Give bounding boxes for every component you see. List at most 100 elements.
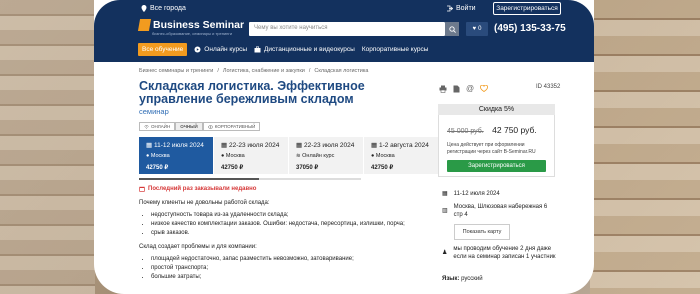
briefcase-icon: [254, 46, 261, 53]
session-list: ▦ 11-12 июля 2024 ● Москва 42750 ₽ ▦ 22-…: [139, 137, 439, 174]
play-icon: [194, 46, 201, 53]
list-item: низкое качество комплектации заказов. Ош…: [151, 220, 409, 229]
event-info: ▦ 11-12 июля 2024 ▥ Москва, Шлюзовая наб…: [442, 190, 557, 283]
session-scrollbar-thumb[interactable]: [139, 178, 259, 180]
site-logo[interactable]: Business Seminar: [137, 19, 245, 31]
list-item: срыв заказов.: [151, 229, 409, 238]
search-button[interactable]: [445, 22, 459, 36]
header-register-button[interactable]: Зарегистрироваться: [493, 2, 561, 15]
login-link[interactable]: Войти: [446, 5, 476, 12]
format-online[interactable]: ОНЛАЙН: [139, 122, 176, 131]
breadcrumb-item[interactable]: Логистика, снабжение и закупки: [223, 68, 305, 74]
nav-all-learning[interactable]: Все обучение: [138, 43, 188, 56]
price-note: Цена действует при оформлении регистраци…: [447, 142, 536, 155]
login-icon: [446, 5, 453, 12]
pdf-icon[interactable]: [453, 84, 460, 93]
format-corporate-label: КОРПОРАТИВНЫЙ: [214, 124, 256, 129]
breadcrumb-item[interactable]: Складская логистика: [314, 68, 368, 74]
list-item: площадей недостаточно, запас разместить …: [151, 255, 409, 264]
session-card[interactable]: ▦ 22-23 июля 2024 ● Москва 42750 ₽: [214, 137, 288, 174]
print-icon[interactable]: [439, 84, 447, 93]
favorite-heart-icon[interactable]: [480, 84, 489, 93]
heart-icon: ♥: [472, 26, 477, 32]
language-info: Язык: русский: [442, 275, 557, 283]
session-date: 11-12 июля 2024: [153, 142, 204, 149]
background-right: [590, 0, 700, 294]
city-selector[interactable]: Все города: [141, 5, 186, 12]
description-intro: Почему клиенты не довольны работой склад…: [139, 200, 270, 206]
recent-order-text: Последний раз заказывали недавно: [148, 186, 257, 192]
problems-list: площадей недостаточно, запас разместить …: [139, 255, 409, 282]
share-tools: @: [439, 84, 489, 93]
breadcrumb-item[interactable]: Бизнес семинары и тренинги: [139, 68, 213, 74]
list-item: большие затраты;: [151, 273, 409, 282]
session-date: 22-23 июля 2024: [303, 142, 355, 149]
logo-tagline: бизнес-образование, семинары и тренинги: [152, 31, 233, 36]
nav-distance-courses[interactable]: Дистанционные и видеокурсы: [254, 46, 355, 53]
description-intro-2: Склад создает проблемы и для компании:: [139, 244, 257, 250]
phone-number[interactable]: (495) 135-33-75: [494, 23, 566, 34]
format-offline[interactable]: ОЧНЫЙ: [175, 122, 203, 131]
nav-online-courses[interactable]: Онлайн курсы: [194, 46, 247, 53]
calendar-icon: ▦: [442, 191, 448, 197]
wifi-icon: [144, 124, 149, 129]
session-place: Онлайн курс: [302, 153, 335, 159]
building-icon: ▥: [442, 208, 448, 214]
course-description: Почему клиенты не довольны работой склад…: [139, 199, 409, 287]
location-pin-icon: ●: [371, 153, 375, 159]
course-type[interactable]: семинар: [139, 107, 169, 116]
search-icon: [448, 25, 456, 33]
language-label: Язык:: [442, 276, 460, 282]
nav-online-courses-label: Онлайн курсы: [204, 46, 248, 53]
calendar-icon: ▦: [146, 142, 153, 149]
session-card[interactable]: ▦ 22-23 июля 2024 ≋ Онлайн курс 37050 ₽: [289, 137, 363, 174]
session-card[interactable]: ▦ 11-12 июля 2024 ● Москва 42750 ₽: [139, 137, 213, 174]
calendar-icon: ▦: [371, 142, 378, 149]
eye-icon: [207, 124, 213, 129]
new-price: 42 750 руб.: [492, 125, 537, 135]
event-address: Москва, Шлюзовая набережная 6 стр 4: [453, 204, 548, 218]
page-title: Складская логистика. Эффективное управле…: [139, 79, 365, 106]
register-button[interactable]: Зарегистрироваться: [447, 160, 546, 172]
event-date: 11-12 июля 2024: [453, 191, 500, 197]
location-pin-icon: ●: [221, 153, 225, 159]
format-corporate[interactable]: КОРПОРАТИВНЫЙ: [202, 122, 261, 131]
session-price: 42750 ₽: [146, 165, 169, 171]
price-box: 45 000 руб. 42 750 руб. Цена действует п…: [438, 115, 555, 177]
nav-corporate-courses[interactable]: Корпоративные курсы: [362, 46, 429, 53]
logo-name: Business Seminar: [153, 19, 245, 31]
list-item: простой транспорта;: [151, 264, 409, 273]
format-offline-label: ОЧНЫЙ: [180, 124, 198, 129]
session-date: 22-23 июля 2024: [228, 142, 280, 149]
search-input[interactable]: Чему вы хотите научиться: [249, 22, 445, 36]
logo-mark-icon: [137, 19, 152, 31]
breadcrumb: Бизнес семинары и тренинги / Логистика, …: [139, 68, 368, 74]
site-header: Все города Войти Зарегистрироваться Busi…: [94, 0, 594, 62]
email-icon[interactable]: @: [466, 84, 474, 93]
wifi-icon: ≋: [296, 153, 301, 159]
recent-order-alert: Последний раз заказывали недавно: [139, 186, 256, 192]
session-place: Москва: [225, 153, 245, 159]
session-price: 42750 ₽: [371, 165, 394, 171]
show-map-button[interactable]: Показать карту: [454, 224, 510, 240]
learners-note: мы проводим обучение 2 дня даже если на …: [453, 246, 556, 260]
session-card[interactable]: ▦ 1-2 августа 2024 ● Москва 42750 ₽: [364, 137, 438, 174]
session-place: Москва: [375, 153, 395, 159]
favorites-count: 0: [478, 26, 482, 32]
location-pin-icon: [141, 5, 147, 12]
session-scrollbar[interactable]: [139, 178, 361, 180]
session-place: Москва: [150, 153, 170, 159]
login-label: Войти: [456, 5, 476, 12]
session-date: 1-2 августа 2024: [378, 142, 429, 149]
calendar-icon: ▦: [296, 142, 303, 149]
calendar-icon: ▦: [221, 142, 228, 149]
page-window: Все города Войти Зарегистрироваться Busi…: [94, 0, 594, 294]
language-value: русский: [461, 276, 483, 282]
main-nav: Все обучение Онлайн курсы Дистанционные …: [138, 43, 428, 56]
list-item: недоступность товара из-за удаленности с…: [151, 211, 409, 220]
course-id: ID 43352: [536, 84, 561, 90]
session-price: 37050 ₽: [296, 165, 319, 171]
nav-corporate-courses-label: Корпоративные курсы: [361, 46, 429, 53]
favorites-button[interactable]: ♥ 0: [466, 22, 488, 36]
old-price: 45 000 руб.: [447, 128, 484, 135]
